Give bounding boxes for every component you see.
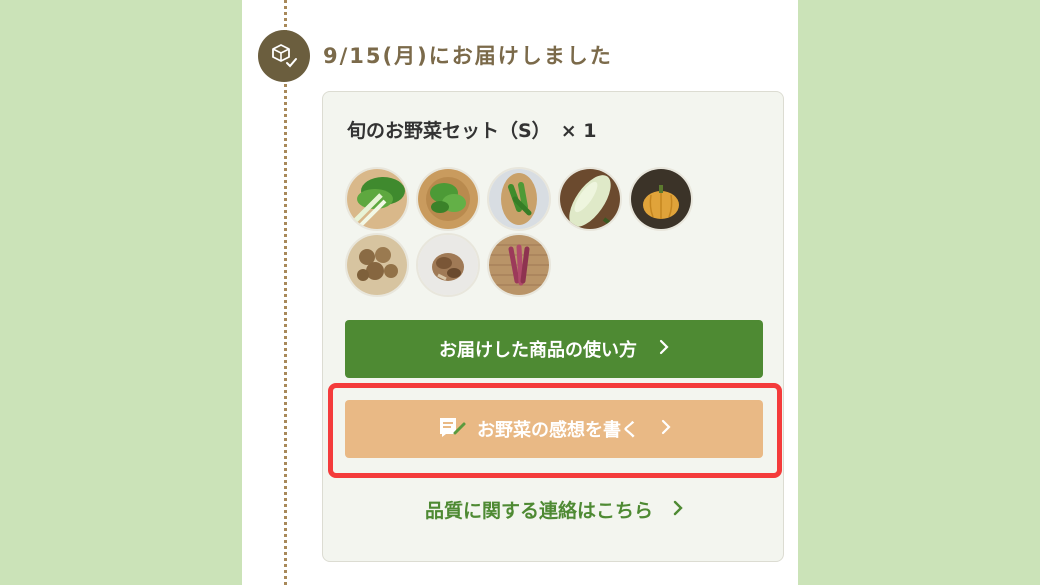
package-check-icon — [258, 30, 310, 82]
product-title: 旬のお野菜セット（S） × 1 — [347, 116, 596, 143]
vegetable-thumb-leafy-greens[interactable] — [416, 167, 480, 231]
product-name: 旬のお野菜セット（S） — [347, 120, 551, 142]
vegetable-thumb-komatsuna[interactable] — [345, 167, 409, 231]
product-quantity: × 1 — [560, 120, 597, 142]
timeline-line — [284, 0, 287, 585]
vegetable-thumb-mushrooms[interactable] — [416, 233, 480, 297]
quality-contact-link[interactable]: 品質に関する連絡はこちら — [323, 496, 785, 523]
vegetable-thumb-white-eggplant[interactable] — [558, 167, 622, 231]
vegetable-thumb-potatoes[interactable] — [345, 233, 409, 297]
product-usage-label: お届けした商品の使い方 — [439, 340, 637, 361]
quality-contact-label: 品質に関する連絡はこちら — [424, 500, 653, 522]
chevron-right-icon — [673, 499, 683, 521]
review-button-highlight — [328, 383, 782, 478]
vegetable-thumb-pumpkin[interactable] — [629, 167, 693, 231]
vegetable-thumb-okra[interactable] — [487, 167, 551, 231]
order-card: 旬のお野菜セット（S） × 1 お届けした商品の使い方 お野菜の感想を書く 品質… — [322, 91, 784, 562]
product-usage-button[interactable]: お届けした商品の使い方 — [345, 320, 763, 378]
chevron-right-icon — [659, 339, 669, 360]
delivery-status: 9/15(月)にお届けしました — [323, 44, 613, 68]
vegetable-thumb-myoga[interactable] — [487, 233, 551, 297]
